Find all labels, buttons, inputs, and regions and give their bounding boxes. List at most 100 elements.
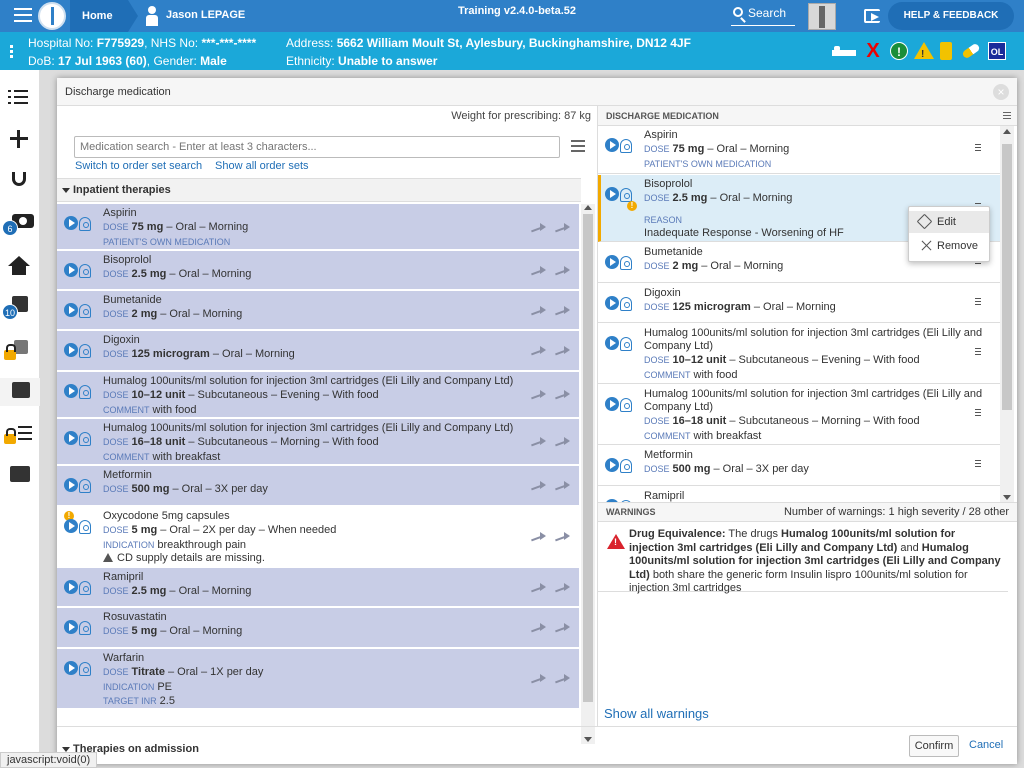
- remove-menu-item[interactable]: Remove: [909, 235, 989, 257]
- list-item[interactable]: Digoxin DOSE 125 microgram – Oral – Morni…: [598, 284, 1000, 323]
- dose-value: 10–12 unit: [672, 354, 727, 366]
- continue-icon[interactable]: [555, 582, 571, 594]
- dose-label: DOSE: [103, 586, 129, 596]
- warning-triangle-icon[interactable]: !: [914, 42, 934, 60]
- dose-line: DOSE 10–12 unit – Subcutaneous – Evening …: [103, 389, 379, 401]
- dose-label: DOSE: [644, 355, 670, 365]
- row-menu-icon[interactable]: [975, 348, 981, 356]
- row-menu-icon[interactable]: [975, 144, 981, 152]
- briefcase-icon[interactable]: [14, 340, 28, 354]
- discharge-medication-dialog: Discharge medication × Weight for prescr…: [57, 78, 1017, 764]
- avatar[interactable]: [808, 3, 836, 30]
- alert-green-icon[interactable]: !: [890, 42, 908, 60]
- prescribe-icon[interactable]: [531, 222, 547, 234]
- prescribe-icon[interactable]: [531, 345, 547, 357]
- list-item[interactable]: Aspirin DOSE 75 mg – Oral – Morning PATIE…: [57, 204, 579, 250]
- confirm-button[interactable]: Confirm: [909, 735, 959, 757]
- list-item[interactable]: Bumetanide DOSE 2 mg – Oral – Morning: [57, 291, 579, 330]
- prescribe-icon[interactable]: [531, 673, 547, 685]
- list-item[interactable]: Digoxin DOSE 125 microgram – Oral – Morni…: [57, 331, 579, 371]
- list-item[interactable]: Humalog 100units/ml solution for injecti…: [57, 372, 579, 418]
- list-item[interactable]: ! Oxycodone 5mg capsules DOSE 5 mg – Oral…: [57, 507, 579, 567]
- cancel-button[interactable]: Cancel: [969, 739, 1003, 751]
- reason-value: Inadequate Response - Worsening of HF: [644, 227, 844, 239]
- list-item[interactable]: Warfarin DOSE Titrate – Oral – 1X per day…: [57, 649, 579, 709]
- list-item[interactable]: Metformin DOSE 500 mg – Oral – 3X per day: [57, 466, 579, 506]
- list-item[interactable]: Metformin DOSE 500 mg – Oral – 3X per day: [598, 446, 1000, 486]
- bed-icon[interactable]: [832, 42, 856, 60]
- prescribe-icon[interactable]: [531, 480, 547, 492]
- prescribe-icon[interactable]: [531, 265, 547, 277]
- list-item[interactable]: Humalog 100units/ml solution for injecti…: [598, 385, 1000, 445]
- warning-text-2: and: [897, 541, 922, 554]
- continue-icon[interactable]: [555, 265, 571, 277]
- left-nav: 6 10: [0, 70, 40, 768]
- medication-bottle-icon[interactable]: [940, 42, 952, 60]
- search-button[interactable]: Search: [731, 4, 795, 26]
- user-name[interactable]: Jason LEPAGE: [166, 9, 245, 21]
- prescribe-icon[interactable]: [531, 436, 547, 448]
- inpatient-therapies-header[interactable]: Inpatient therapies: [57, 178, 581, 202]
- continue-icon[interactable]: [555, 622, 571, 634]
- list-item[interactable]: Humalog 100units/ml solution for injecti…: [598, 324, 1000, 384]
- list-item[interactable]: Bisoprolol DOSE 2.5 mg – Oral – Morning: [57, 251, 579, 290]
- menu-icon[interactable]: [1003, 112, 1011, 120]
- list-item[interactable]: Ramipril DOSE 2.5 mg – Oral – Morning: [57, 568, 579, 607]
- ol-badge[interactable]: OL: [988, 42, 1006, 60]
- edit-menu-item[interactable]: Edit: [909, 211, 989, 233]
- continue-icon[interactable]: [555, 222, 571, 234]
- allergy-x-icon[interactable]: X: [864, 41, 882, 61]
- list-item[interactable]: Humalog 100units/ml solution for injecti…: [57, 419, 579, 465]
- warning-item[interactable]: ! Drug Equivalence: The drugs Humalog 10…: [598, 528, 1008, 594]
- continue-icon[interactable]: [555, 673, 571, 685]
- prescribe-icon[interactable]: [531, 622, 547, 634]
- continue-icon[interactable]: [555, 389, 571, 401]
- stethoscope-icon[interactable]: [12, 172, 26, 186]
- search-menu-icon[interactable]: [571, 140, 585, 152]
- prescribe-icon[interactable]: [531, 531, 547, 543]
- close-icon[interactable]: ×: [993, 84, 1009, 100]
- discharge-list: Aspirin DOSE 75 mg – Oral – Morning PATIE…: [598, 126, 1000, 502]
- list-item[interactable]: Aspirin DOSE 75 mg – Oral – Morning PATIE…: [598, 126, 1000, 174]
- comment-value: with breakfast: [693, 430, 762, 442]
- logout-icon[interactable]: [864, 9, 880, 23]
- continue-icon[interactable]: [555, 436, 571, 448]
- dose-detail: – Oral – Morning: [157, 625, 243, 637]
- list-item[interactable]: Ramipril: [598, 487, 1000, 502]
- inpatient-scrollbar[interactable]: [581, 204, 595, 744]
- discharge-scrollbar[interactable]: [1000, 126, 1014, 502]
- records-icon[interactable]: [10, 466, 30, 482]
- row-menu-icon[interactable]: [975, 409, 981, 417]
- help-feedback-button[interactable]: HELP & FEEDBACK: [888, 2, 1014, 30]
- add-icon[interactable]: [8, 128, 30, 150]
- discharge-icon[interactable]: [12, 382, 30, 398]
- prescribe-icon[interactable]: [531, 305, 547, 317]
- warning-triangle-mark: !: [921, 49, 925, 60]
- list-item[interactable]: Rosuvastatin DOSE 5 mg – Oral – Morning: [57, 608, 579, 648]
- show-all-warnings-link[interactable]: Show all warnings: [604, 706, 709, 721]
- status-bar: javascript:void(0): [0, 752, 98, 768]
- prescribe-icon[interactable]: [531, 389, 547, 401]
- dose-label: DOSE: [103, 390, 129, 400]
- row-menu-icon[interactable]: [975, 298, 981, 306]
- continue-icon[interactable]: [555, 305, 571, 317]
- banner-dots-icon[interactable]: [10, 45, 13, 59]
- list-icon[interactable]: [8, 88, 30, 110]
- continue-icon[interactable]: [555, 480, 571, 492]
- medication-search-input[interactable]: [74, 136, 560, 158]
- dob: 17 Jul 1963 (60): [58, 54, 147, 68]
- prescription-icon: [64, 580, 98, 600]
- dialog-header: Discharge medication ×: [57, 78, 1017, 106]
- prescribe-icon[interactable]: [531, 582, 547, 594]
- comment-value: with breakfast: [152, 451, 221, 463]
- continue-icon[interactable]: [555, 531, 571, 543]
- show-order-sets-link[interactable]: Show all order sets: [215, 160, 309, 172]
- home-icon[interactable]: [8, 256, 30, 275]
- home-tab[interactable]: Home: [70, 0, 138, 32]
- med-name: Humalog 100units/ml solution for injecti…: [103, 422, 514, 434]
- target-inr-label: TARGET INR: [103, 696, 157, 706]
- row-menu-icon[interactable]: [975, 460, 981, 468]
- order-set-search-link[interactable]: Switch to order set search: [75, 160, 202, 172]
- menu-icon[interactable]: [14, 8, 32, 24]
- continue-icon[interactable]: [555, 345, 571, 357]
